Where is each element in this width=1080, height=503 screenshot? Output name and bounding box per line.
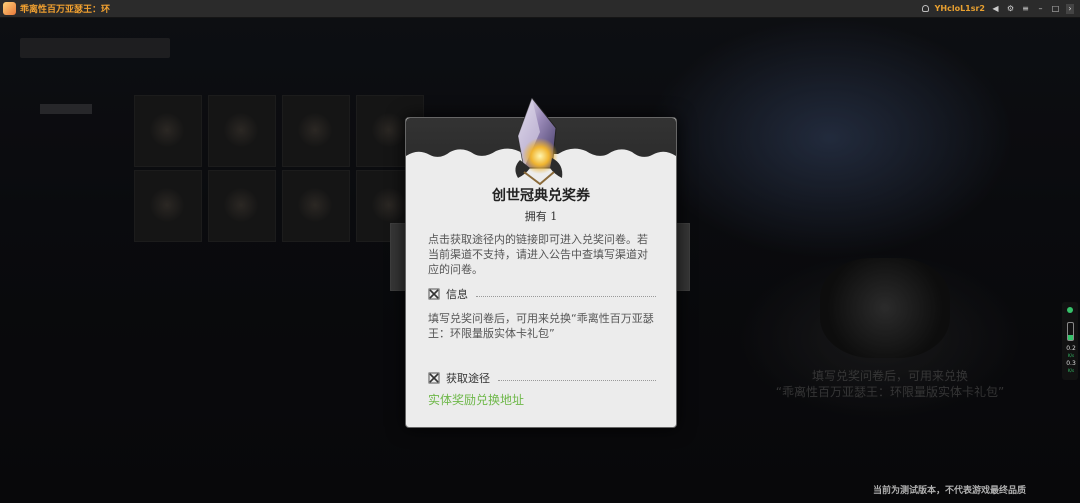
status-dot-icon (1067, 307, 1073, 313)
maximize-icon[interactable]: □ (1051, 4, 1060, 13)
username[interactable]: YHcloL1sr2 (935, 4, 985, 13)
reward-redeem-link[interactable]: 实体奖励兑换地址 (428, 391, 524, 408)
speed-bar (1067, 322, 1074, 341)
settings-icon[interactable]: ⚙ (1006, 4, 1015, 13)
info-section-header: 信息 (428, 287, 656, 301)
crossed-swords-icon (428, 288, 440, 300)
info-section-text: 填写兑奖问卷后，可用来兑换“乖离性百万亚瑟王：环限量版实体卡礼包” (428, 312, 654, 340)
crossed-swords-icon (428, 372, 440, 384)
source-section-label: 获取途径 (446, 372, 490, 385)
download-speed-unit: K/s (1067, 368, 1075, 373)
source-section-header: 获取途径 (428, 371, 656, 385)
app-icon (3, 2, 16, 15)
item-description: 点击获取途径内的链接即可进入兑奖问卷。若当前渠道不支持，请进入公告中查填写渠道对… (428, 233, 648, 276)
window-title-bar: 乖离性百万亚瑟王：环 YHcloL1sr2 ◀ ⚙ ≡ – □ › (0, 0, 1080, 18)
section-divider (476, 295, 656, 297)
crystal-ticket-icon (515, 98, 563, 186)
close-icon[interactable]: › (1066, 3, 1074, 14)
section-divider (498, 379, 656, 381)
upload-speed-unit: K/s (1067, 353, 1075, 358)
download-speed-value: 0.3 (1066, 360, 1076, 367)
info-section-label: 信息 (446, 288, 468, 301)
window-title: 乖离性百万亚瑟王：环 (20, 5, 111, 15)
upload-speed-value: 0.2 (1066, 345, 1076, 352)
user-icon[interactable] (921, 5, 929, 12)
network-speed-widget: 0.2 K/s 0.3 K/s (1062, 302, 1078, 380)
item-detail-dialog: 创世冠典兑奖券 拥有 1 点击获取途径内的链接即可进入兑奖问卷。若当前渠道不支持… (405, 98, 677, 428)
title-bar-controls: YHcloL1sr2 ◀ ⚙ ≡ – □ › (921, 2, 1074, 15)
minimize-icon[interactable]: – (1036, 4, 1045, 13)
item-name: 创世冠典兑奖券 (492, 188, 590, 204)
owned-count: 拥有 1 (524, 210, 558, 223)
sound-icon[interactable]: ◀ (991, 4, 1000, 13)
menu-icon[interactable]: ≡ (1021, 4, 1030, 13)
